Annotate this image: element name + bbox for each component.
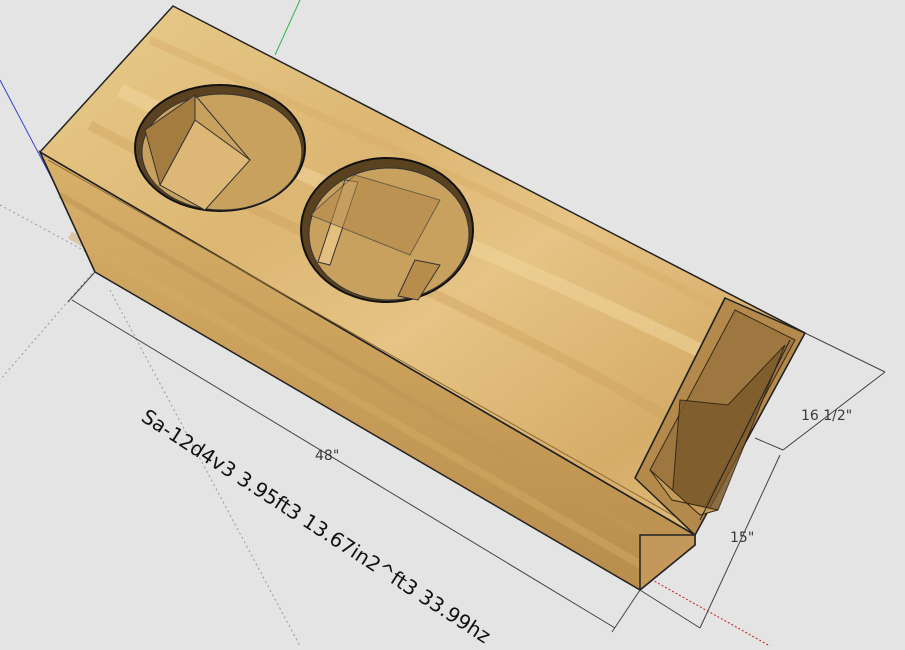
length-ext-right <box>611 589 641 633</box>
length-ext-left <box>67 271 96 303</box>
height-dim-label[interactable]: 16 1/2" <box>801 408 852 424</box>
green-axis <box>274 0 301 56</box>
depth-ext-bottom <box>639 589 701 629</box>
speaker-cutout-1[interactable] <box>134 84 306 212</box>
height-ext-top <box>804 332 886 373</box>
height-ext-bottom <box>754 437 784 451</box>
box-right-end-face[interactable] <box>639 534 696 592</box>
speaker-cutout-2[interactable] <box>300 157 474 303</box>
model-canvas[interactable]: 48" 16 1/2" 15" Sa-12d4v3 3.95ft3 13.67i… <box>0 0 905 648</box>
depth-dim-label[interactable]: 15" <box>730 530 754 546</box>
length-dim-label[interactable]: 48" <box>315 448 339 464</box>
dotted-guide-2 <box>0 269 96 381</box>
sketchup-viewport[interactable]: 48" 16 1/2" 15" Sa-12d4v3 3.95ft3 13.67i… <box>0 0 905 648</box>
